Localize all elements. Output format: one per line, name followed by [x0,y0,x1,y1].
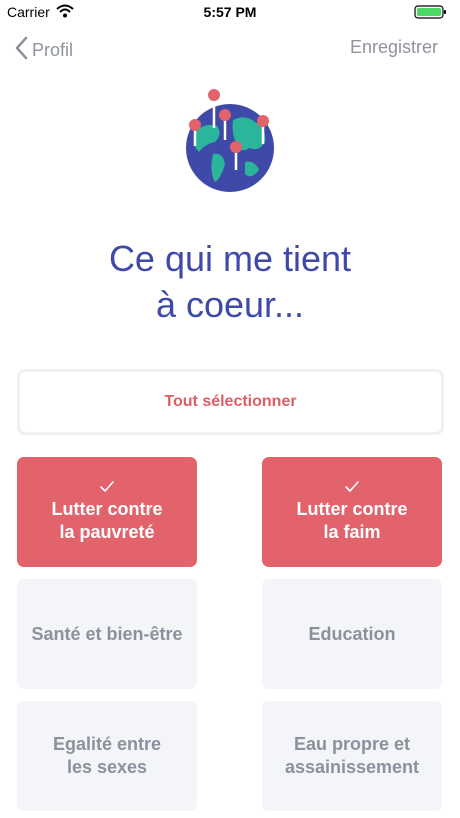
cause-tile-health[interactable]: Santé et bien-être [17,579,197,689]
page-title-line-1: Ce qui me tient [108,238,352,279]
page-title-line-2: à coeur... [155,284,305,325]
back-button[interactable]: Profil [14,36,73,65]
cause-label-line-1: Lutter contre [51,499,163,519]
chevron-left-icon [14,36,28,65]
cause-label-line-2: les sexes [66,757,148,777]
cause-tile-education[interactable]: Education [262,579,442,689]
cause-label-line-1: Lutter contre [296,499,408,519]
cause-tile-hunger[interactable]: Lutter contre la faim [262,457,442,567]
cause-label-line-1: Education [308,623,396,644]
cause-label: Eau propre et assainissement [285,733,419,779]
navigation-bar: Profil Enregistrer [0,32,460,64]
status-bar: Carrier 5:57 PM [0,0,460,24]
save-button[interactable]: Enregistrer [350,37,438,58]
cause-label: Education [308,623,395,646]
cause-label-line-1: Egalité entre [52,734,162,754]
page-title: Ce qui me tient à coeur... [0,236,460,328]
cause-tile-gender-equality[interactable]: Egalité entre les sexes [17,701,197,811]
battery-icon [414,5,450,19]
screen: Carrier 5:57 PM Profil Enregistrer Ce qu… [0,0,460,818]
select-all-button[interactable]: Tout sélectionner [17,369,444,435]
select-all-label: Tout sélectionner [164,393,297,410]
cause-label: Lutter contre la faim [296,498,407,544]
cause-label-line-2: la faim [323,522,381,542]
globe-illustration [175,82,285,202]
cause-label: Egalité entre les sexes [53,733,161,779]
back-button-label: Profil [32,40,74,60]
check-icon [344,480,360,494]
cause-label: Lutter contre la pauvreté [51,498,162,544]
cause-label-line-1: Santé et bien-être [31,623,183,644]
cause-label-line-1: Eau propre et [293,734,410,754]
cause-label: Santé et bien-être [31,623,182,646]
status-time: 5:57 PM [203,4,257,20]
cause-label-line-2: assainissement [284,757,420,777]
check-icon [99,480,115,494]
cause-tile-poverty[interactable]: Lutter contre la pauvreté [17,457,197,567]
cause-tile-clean-water[interactable]: Eau propre et assainissement [262,701,442,811]
cause-label-line-2: la pauvreté [59,522,155,542]
